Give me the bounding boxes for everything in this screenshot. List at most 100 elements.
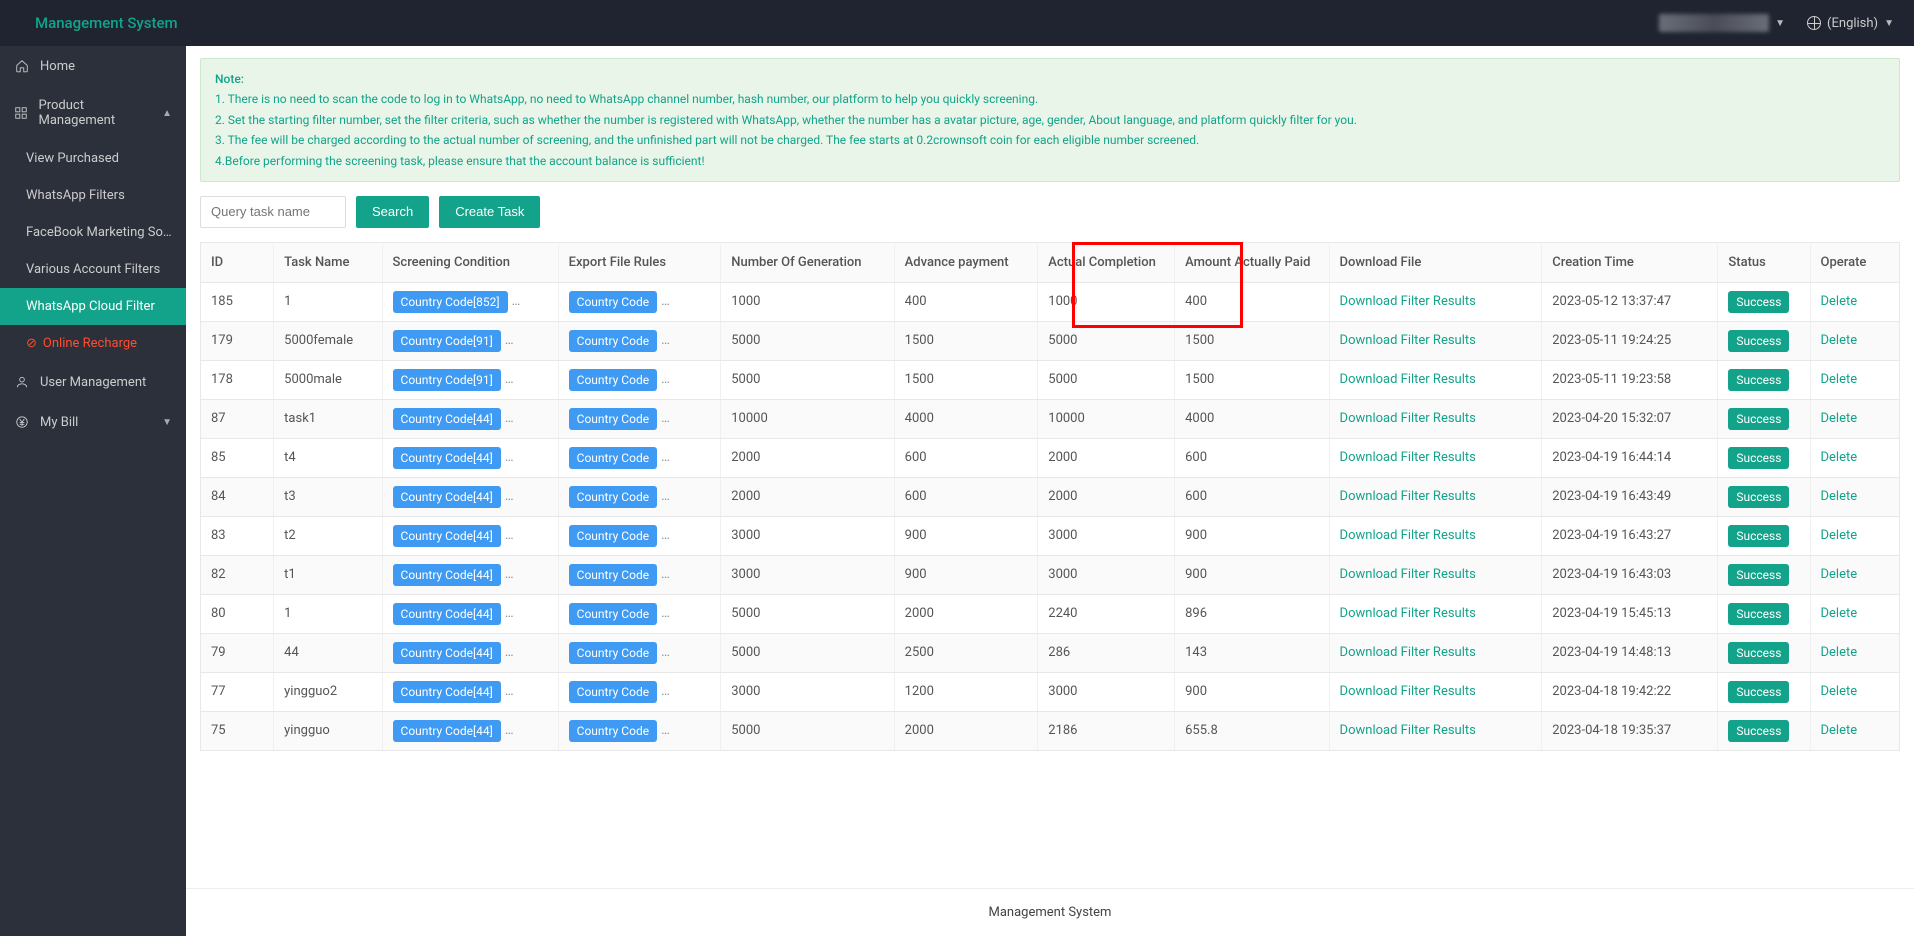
content-scroll[interactable]: Note: 1. There is no need to scan the co…	[186, 46, 1914, 888]
cell-id: 178	[201, 360, 274, 399]
user-name-blurred	[1659, 14, 1769, 32]
download-link[interactable]: Download Filter Results	[1340, 606, 1476, 621]
export-chip[interactable]: Country Code	[569, 525, 657, 547]
screening-chip[interactable]: Country Code[44]	[393, 720, 501, 742]
cell-export: Country Code…	[558, 594, 721, 633]
table-row: 82t1Country Code[44]…Country Code…300090…	[201, 555, 1900, 594]
query-task-input[interactable]	[200, 196, 346, 228]
export-chip[interactable]: Country Code	[569, 486, 657, 508]
cell-paid: 600	[1175, 438, 1329, 477]
more-icon: …	[505, 372, 514, 387]
cell-adv: 1500	[894, 321, 1038, 360]
subnav-whatsapp-cloud-filter[interactable]: WhatsApp Cloud Filter	[0, 288, 186, 325]
delete-link[interactable]: Delete	[1821, 528, 1858, 543]
delete-link[interactable]: Delete	[1821, 372, 1858, 387]
export-chip[interactable]: Country Code	[569, 291, 657, 313]
download-link[interactable]: Download Filter Results	[1340, 567, 1476, 582]
export-chip[interactable]: Country Code	[569, 642, 657, 664]
cell-paid: 1500	[1175, 360, 1329, 399]
export-chip[interactable]: Country Code	[569, 603, 657, 625]
nav-my-bill[interactable]: My Bill ▼	[0, 402, 186, 442]
download-link[interactable]: Download Filter Results	[1340, 489, 1476, 504]
th-export: Export File Rules	[558, 242, 721, 282]
screening-chip[interactable]: Country Code[852]	[393, 291, 508, 313]
delete-link[interactable]: Delete	[1821, 645, 1858, 660]
cell-status: Success	[1718, 594, 1810, 633]
export-chip[interactable]: Country Code	[569, 408, 657, 430]
cell-status: Success	[1718, 321, 1810, 360]
delete-link[interactable]: Delete	[1821, 450, 1858, 465]
download-link[interactable]: Download Filter Results	[1340, 528, 1476, 543]
export-chip[interactable]: Country Code	[569, 447, 657, 469]
subnav-facebook-marketing[interactable]: FaceBook Marketing Soft…	[0, 214, 186, 251]
cell-status: Success	[1718, 477, 1810, 516]
delete-link[interactable]: Delete	[1821, 567, 1858, 582]
cell-export: Country Code…	[558, 282, 721, 321]
cell-num: 5000	[721, 633, 894, 672]
cell-task: 44	[274, 633, 382, 672]
screening-chip[interactable]: Country Code[44]	[393, 681, 501, 703]
create-task-button[interactable]: Create Task	[439, 196, 540, 228]
export-chip[interactable]: Country Code	[569, 720, 657, 742]
cell-task: task1	[274, 399, 382, 438]
export-chip[interactable]: Country Code	[569, 369, 657, 391]
download-link[interactable]: Download Filter Results	[1340, 411, 1476, 426]
delete-link[interactable]: Delete	[1821, 333, 1858, 348]
download-link[interactable]: Download Filter Results	[1340, 450, 1476, 465]
screening-chip[interactable]: Country Code[91]	[393, 369, 501, 391]
table-row: 83t2Country Code[44]…Country Code…300090…	[201, 516, 1900, 555]
download-link[interactable]: Download Filter Results	[1340, 684, 1476, 699]
subnav-online-recharge[interactable]: ⊘Online Recharge	[0, 325, 186, 362]
cell-operate: Delete	[1810, 477, 1900, 516]
delete-link[interactable]: Delete	[1821, 411, 1858, 426]
nav-user-management[interactable]: User Management	[0, 362, 186, 402]
download-link[interactable]: Download Filter Results	[1340, 294, 1476, 309]
subnav-various-filters[interactable]: Various Account Filters	[0, 251, 186, 288]
delete-link[interactable]: Delete	[1821, 294, 1858, 309]
more-icon: …	[505, 723, 514, 738]
export-chip[interactable]: Country Code	[569, 330, 657, 352]
export-chip[interactable]: Country Code	[569, 564, 657, 586]
cell-screen: Country Code[44]…	[382, 516, 558, 555]
screening-chip[interactable]: Country Code[91]	[393, 330, 501, 352]
screening-chip[interactable]: Country Code[44]	[393, 564, 501, 586]
download-link[interactable]: Download Filter Results	[1340, 333, 1476, 348]
screening-chip[interactable]: Country Code[44]	[393, 603, 501, 625]
table-container: ID Task Name Screening Condition Export …	[200, 242, 1900, 751]
delete-link[interactable]: Delete	[1821, 684, 1858, 699]
more-icon: …	[505, 645, 514, 660]
language-selector[interactable]: (English) ▼	[1807, 16, 1894, 31]
screening-chip[interactable]: Country Code[44]	[393, 447, 501, 469]
nav-home[interactable]: Home	[0, 46, 186, 86]
download-link[interactable]: Download Filter Results	[1340, 645, 1476, 660]
cell-operate: Delete	[1810, 282, 1900, 321]
download-link[interactable]: Download Filter Results	[1340, 723, 1476, 738]
screening-chip[interactable]: Country Code[44]	[393, 408, 501, 430]
delete-link[interactable]: Delete	[1821, 723, 1858, 738]
status-badge: Success	[1728, 720, 1789, 742]
cell-export: Country Code…	[558, 321, 721, 360]
screening-chip[interactable]: Country Code[44]	[393, 525, 501, 547]
subnav-whatsapp-filters[interactable]: WhatsApp Filters	[0, 177, 186, 214]
cell-operate: Delete	[1810, 711, 1900, 750]
download-link[interactable]: Download Filter Results	[1340, 372, 1476, 387]
subnav-view-purchased[interactable]: View Purchased	[0, 140, 186, 177]
cell-download: Download Filter Results	[1329, 555, 1542, 594]
status-badge: Success	[1728, 369, 1789, 391]
cell-paid: 900	[1175, 516, 1329, 555]
nav-product-management[interactable]: Product Management ▲	[0, 86, 186, 140]
delete-link[interactable]: Delete	[1821, 606, 1858, 621]
screening-chip[interactable]: Country Code[44]	[393, 642, 501, 664]
user-menu[interactable]: ▼	[1659, 14, 1785, 32]
more-icon: …	[505, 333, 514, 348]
cell-screen: Country Code[44]…	[382, 399, 558, 438]
search-button[interactable]: Search	[356, 196, 429, 228]
caret-down-icon: ▼	[1775, 18, 1785, 29]
cell-actual: 3000	[1038, 672, 1175, 711]
language-label: (English)	[1827, 16, 1878, 31]
screening-chip[interactable]: Country Code[44]	[393, 486, 501, 508]
cell-status: Success	[1718, 438, 1810, 477]
cell-status: Success	[1718, 399, 1810, 438]
export-chip[interactable]: Country Code	[569, 681, 657, 703]
delete-link[interactable]: Delete	[1821, 489, 1858, 504]
